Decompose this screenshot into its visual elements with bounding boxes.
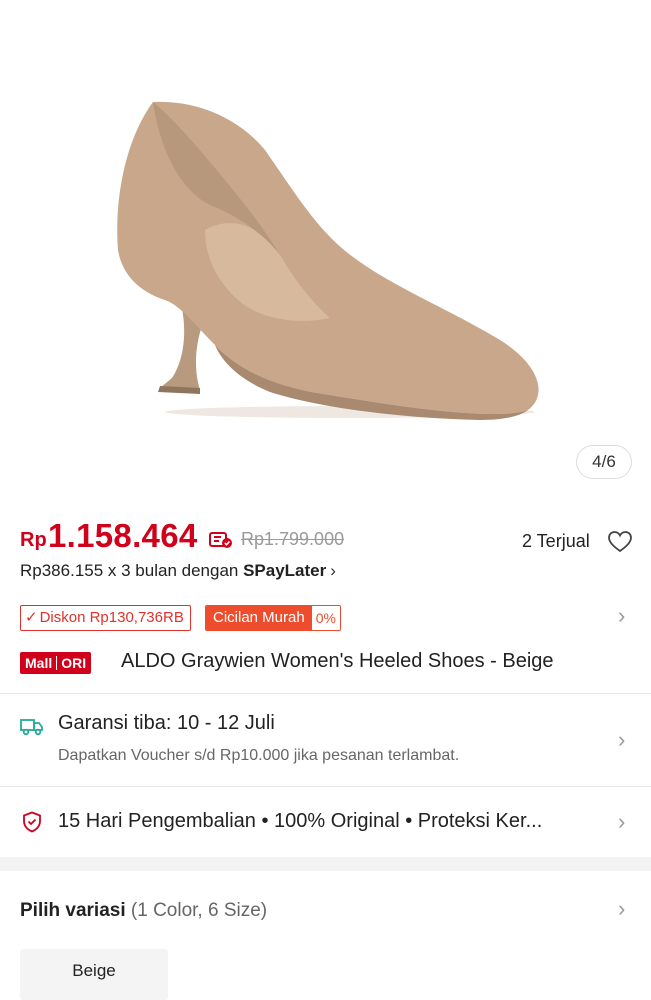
installment-info[interactable]: Rp386.155 x 3 bulan dengan SPayLater › [20, 561, 336, 581]
installment-text: Rp386.155 x 3 bulan dengan [20, 561, 244, 580]
variation-label: Pilih variasi [20, 900, 126, 921]
product-title-row: Mall ORI ALDO Graywien Women's Heeled Sho… [0, 648, 651, 678]
product-title: ALDO Graywien Women's Heeled Shoes - Bei… [121, 650, 554, 672]
service-guarantee-text: 15 Hari Pengembalian • 100% Original • P… [58, 810, 543, 832]
chevron-right-icon: › [618, 727, 626, 752]
installment-badge-label: Cicilan Murah [206, 606, 312, 630]
price-currency: Rp [20, 529, 47, 551]
product-image [117, 101, 539, 420]
price-row: Rp 1.158.464 Rp1.799.000 2 Terjual [0, 515, 651, 561]
mall-ori-badge: Mall ORI [20, 652, 92, 674]
mall-label: Mall [25, 655, 53, 671]
image-page-counter: 4/6 [576, 445, 632, 479]
divider [0, 693, 651, 694]
product-image-gallery[interactable]: 4/6 [0, 0, 651, 500]
heart-icon[interactable] [607, 530, 633, 554]
promo-badges-row[interactable]: ✓ Diskon Rp130,736RB Cicilan Murah 0% › [0, 603, 651, 633]
shield-icon [23, 811, 41, 833]
installment-provider: SPayLater [243, 561, 327, 580]
chevron-right-icon: › [618, 809, 626, 834]
chevron-right-icon: › [618, 603, 626, 628]
shipping-title: Garansi tiba: 10 - 12 Juli [58, 712, 275, 734]
discount-badge: ✓ Diskon Rp130,736RB [20, 605, 191, 631]
section-separator [0, 857, 651, 871]
shipping-guarantee-row[interactable]: Garansi tiba: 10 - 12 Juli Dapatkan Vouc… [0, 695, 651, 785]
chevron-right-icon: › [330, 561, 336, 580]
sold-count: 2 Terjual [522, 531, 590, 551]
price-original: Rp1.799.000 [241, 529, 345, 549]
voucher-tag-icon [209, 532, 232, 548]
variation-selector[interactable]: Pilih variasi (1 Color, 6 Size) › [0, 872, 651, 952]
service-guarantee-row[interactable]: 15 Hari Pengembalian • 100% Original • P… [0, 787, 651, 857]
variation-count: (1 Color, 6 Size) [130, 900, 268, 921]
variation-label-group: Pilih variasi (1 Color, 6 Size) [20, 900, 267, 922]
chevron-right-icon: › [618, 896, 626, 921]
variant-option-beige[interactable]: Beige [20, 949, 168, 1000]
installment-badge: Cicilan Murah 0% [205, 605, 341, 631]
discount-badge-label: Diskon Rp130,736RB [39, 609, 184, 626]
truck-icon [20, 719, 43, 736]
shipping-subtitle: Dapatkan Voucher s/d Rp10.000 jika pesan… [58, 747, 460, 764]
installment-badge-rate: 0% [311, 606, 340, 630]
ori-label: ORI [61, 655, 87, 671]
check-icon: ✓ [25, 609, 38, 626]
price-current: 1.158.464 [48, 517, 198, 554]
